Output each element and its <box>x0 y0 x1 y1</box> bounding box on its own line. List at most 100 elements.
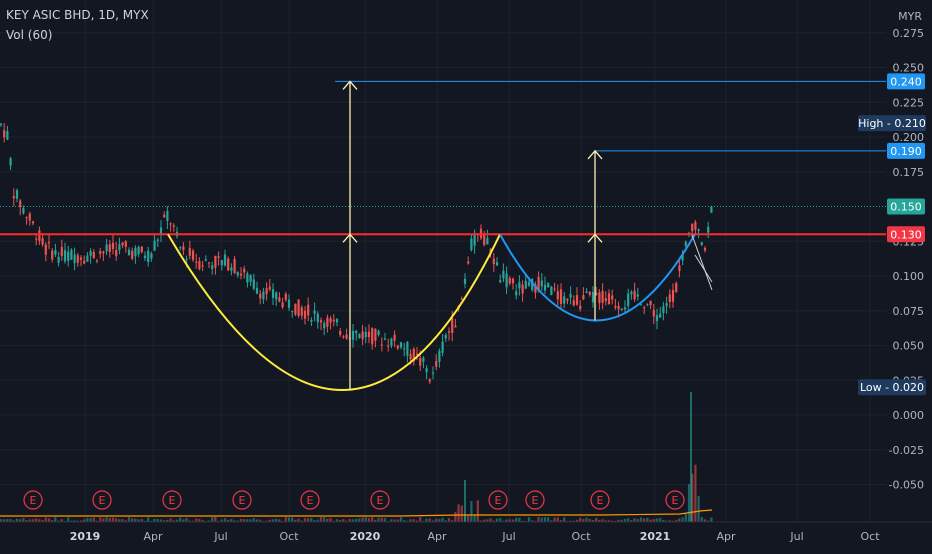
price-chart[interactable]: MYR0.2750.2500.2250.2000.1750.1250.1000.… <box>0 0 932 550</box>
price-tick-label: 0.075 <box>893 305 925 318</box>
volume-bar <box>447 518 451 522</box>
candle-body <box>601 290 604 303</box>
candle-body <box>406 341 409 356</box>
candle-body <box>463 278 467 284</box>
candle-body <box>559 289 563 304</box>
volume-bar <box>287 517 291 522</box>
price-tick-label: 0.225 <box>893 96 925 109</box>
candle-body <box>710 206 713 213</box>
volume-bar <box>694 464 697 522</box>
candle-body <box>185 258 188 260</box>
candle-body <box>9 158 12 166</box>
chart-stage[interactable]: MYR0.2750.2500.2250.2000.1750.1250.1000.… <box>0 0 932 550</box>
candle-body <box>639 304 643 306</box>
price-tag-label: 0.130 <box>890 228 922 241</box>
candle-body <box>121 242 124 246</box>
volume-bar <box>697 495 700 522</box>
volume-bar <box>367 518 371 522</box>
volume-bar <box>646 517 649 522</box>
candle-body <box>83 260 86 264</box>
candle-body <box>515 291 518 296</box>
volume-indicator-label[interactable]: Vol (60) <box>6 28 52 42</box>
candle-body <box>470 238 473 251</box>
volume-bar <box>127 517 131 522</box>
candle-body <box>675 283 678 292</box>
volume-bar <box>527 517 531 522</box>
candle-body <box>390 338 393 346</box>
time-tick-label: Apr <box>143 530 163 543</box>
candle-body <box>547 282 550 288</box>
candle-body <box>454 325 457 328</box>
volume-bar <box>361 517 364 522</box>
candle-body <box>563 296 566 304</box>
time-tick-label: Oct <box>279 530 299 543</box>
volume-bar <box>323 517 326 522</box>
candle-body <box>409 354 412 360</box>
candle-body <box>153 240 156 251</box>
price-tick-label: 0.175 <box>893 166 925 179</box>
grid <box>0 0 886 522</box>
candle-body <box>614 305 617 308</box>
candle-body <box>303 310 307 319</box>
candle-body <box>505 273 508 288</box>
volume-bar <box>476 500 479 522</box>
candle-body <box>319 320 323 323</box>
symbol-title[interactable]: KEY ASIC BHD, 1D, MYX <box>6 8 149 22</box>
candle-body <box>115 250 118 257</box>
candle-body <box>15 190 19 199</box>
time-tick-label: Oct <box>860 530 880 543</box>
candles <box>0 122 713 385</box>
candle-body <box>60 246 63 256</box>
candle-body <box>307 304 310 316</box>
candle-body <box>207 262 211 264</box>
volume-bar <box>454 511 457 522</box>
volume-bar <box>659 517 662 522</box>
volume-bar <box>495 518 499 522</box>
candle-body <box>703 247 707 251</box>
volume-bar <box>169 518 172 522</box>
candle-body <box>435 360 438 367</box>
candle-body <box>598 292 601 304</box>
volume-bar <box>92 517 95 522</box>
candle-body <box>105 244 108 252</box>
volume-bar <box>687 484 691 522</box>
volume-bar <box>579 517 582 522</box>
volume-bar <box>470 500 473 522</box>
candle-body <box>415 353 419 355</box>
candle-body <box>486 237 489 245</box>
volume-bar <box>467 515 470 522</box>
earnings-label: E <box>239 494 246 507</box>
candle-body <box>166 211 169 221</box>
volume-bar <box>115 518 118 522</box>
candle-body <box>294 303 297 315</box>
volume-bar <box>639 517 643 522</box>
candle-body <box>646 304 649 306</box>
candle-body <box>351 330 355 340</box>
candle-body <box>204 259 207 261</box>
volume-bar <box>460 505 463 522</box>
time-tick-label: 2020 <box>350 530 381 543</box>
candle-body <box>249 275 252 282</box>
price-tick-label: -0.025 <box>889 444 924 457</box>
candle-body <box>508 278 511 284</box>
earnings-label: E <box>597 494 604 507</box>
candle-body <box>707 226 710 233</box>
candle-body <box>582 295 585 300</box>
low-label: Low - 0.020 <box>860 381 924 394</box>
candle-body <box>694 222 697 230</box>
volume-bar <box>380 517 383 522</box>
candle-body <box>3 130 6 138</box>
price-tag-label: 0.150 <box>890 201 922 214</box>
candle-body <box>451 318 454 333</box>
candle-body <box>377 330 380 335</box>
candle-body <box>665 303 668 307</box>
volume-bar <box>633 518 636 522</box>
candle-body <box>697 229 700 232</box>
candle-body <box>438 350 441 362</box>
candle-body <box>195 261 198 263</box>
candle-body <box>127 249 131 256</box>
candle-body <box>0 123 3 125</box>
earnings-markers: EEEEEEEEEE <box>23 490 685 510</box>
volume-bar <box>499 518 502 522</box>
earnings-label: E <box>532 494 539 507</box>
